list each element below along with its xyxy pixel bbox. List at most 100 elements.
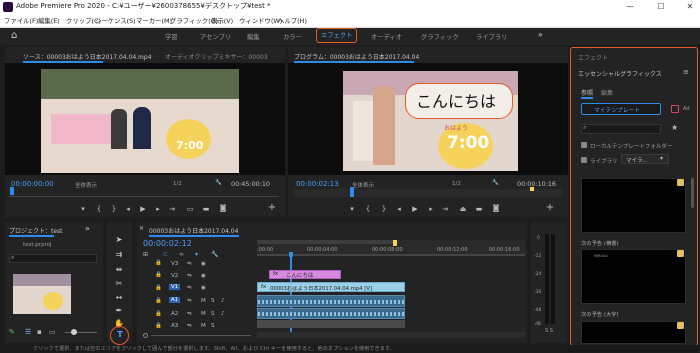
libraries-checkbox[interactable] <box>581 157 587 163</box>
mic-icon[interactable]: ♪ <box>221 311 225 317</box>
solo-button[interactable]: S <box>211 323 215 329</box>
sync-lock-icon[interactable]: ⇋ <box>187 285 192 291</box>
camera-icon[interactable]: ◙ <box>491 204 501 212</box>
meter-solo-buttons[interactable]: S S <box>545 328 553 334</box>
source-tab[interactable]: ソース：00003おはよう日本2017.04.04.mp4 <box>23 52 152 61</box>
effects-tab[interactable]: エフェクト <box>578 53 608 62</box>
insert-icon[interactable]: ▭ <box>185 205 195 213</box>
eye-icon[interactable]: ◉ <box>201 285 206 291</box>
title-clip[interactable]: fx こんにちは <box>269 270 341 279</box>
caption-text[interactable]: こんにちは <box>416 88 496 112</box>
program-playhead[interactable] <box>350 187 354 197</box>
source-ratio-select[interactable]: 1/2 <box>173 181 182 187</box>
insert-sequence-icon[interactable]: ⊞ <box>143 251 148 258</box>
zoom-slider-handle[interactable] <box>71 329 77 335</box>
workspace-effects[interactable]: エフェクト <box>316 28 358 43</box>
workspace-audio[interactable]: オーディオ <box>371 32 402 41</box>
type-tool-icon[interactable]: T <box>113 329 127 341</box>
adobe-stock-icon[interactable] <box>671 105 679 113</box>
lock-icon[interactable]: 🔒 <box>155 285 162 291</box>
mark-out-icon[interactable]: { <box>94 205 104 213</box>
my-templates-button[interactable]: マイテンプレート <box>581 103 661 115</box>
menu-window[interactable]: ウィンドウ(W) <box>239 16 282 25</box>
menu-sequence[interactable]: シーケンス(S) <box>95 16 136 25</box>
go-to-out-icon[interactable]: ⇥ <box>167 205 177 213</box>
source-fit-select[interactable]: 全体表示 <box>75 181 97 189</box>
audio-clip-a1[interactable] <box>257 295 405 307</box>
audio-clip-mixer-tab[interactable]: オーディオクリップミキサー：00003 <box>165 52 268 61</box>
close-button[interactable]: ✕ <box>680 0 700 14</box>
sequence-tab[interactable]: 00003おはよう日本2017.04.04 <box>149 226 238 235</box>
timeline-scrollbar[interactable] <box>257 332 525 338</box>
step-forward-icon[interactable]: ▸ <box>426 205 436 213</box>
menu-marker[interactable]: マーカー(M) <box>136 16 172 25</box>
freeform-view-icon[interactable]: ▭ <box>49 328 56 336</box>
program-fit-select[interactable]: 全体表示 <box>352 181 374 189</box>
workspace-learning[interactable]: 学習 <box>165 32 178 41</box>
menu-view[interactable]: 表示(V) <box>211 16 233 25</box>
play-icon[interactable]: ▶ <box>138 205 148 213</box>
workspace-color[interactable]: カラー <box>283 32 302 41</box>
mute-button[interactable]: M <box>201 323 206 329</box>
lock-icon[interactable]: 🔒 <box>155 260 162 266</box>
source-playhead[interactable] <box>10 187 14 195</box>
track-select-tool-icon[interactable]: ⇉ <box>112 249 126 261</box>
lock-icon[interactable]: 🔒 <box>155 298 162 304</box>
razor-tool-icon[interactable]: ✂ <box>112 278 126 290</box>
mark-in-icon[interactable]: ▾ <box>347 205 357 213</box>
step-back-icon[interactable]: ◂ <box>123 205 133 213</box>
template-search-input[interactable] <box>581 124 661 134</box>
go-to-in-icon[interactable]: } <box>109 205 119 213</box>
workspace-graphics[interactable]: グラフィック <box>421 32 459 41</box>
snap-icon[interactable]: ⊂ <box>163 251 168 258</box>
source-scrubber[interactable] <box>9 189 279 197</box>
sync-lock-icon[interactable]: ⇋ <box>187 273 192 279</box>
zoom-slider[interactable] <box>65 332 97 333</box>
go-to-in-icon[interactable]: } <box>379 205 389 213</box>
add-button-icon[interactable]: + <box>267 202 277 213</box>
more-panels-icon[interactable]: » <box>85 224 90 233</box>
workspace-libraries[interactable]: ライブラリ <box>476 32 507 41</box>
essential-graphics-title[interactable]: エッセンシャルグラフィックス <box>578 69 662 78</box>
mark-in-icon[interactable]: ▾ <box>78 205 88 213</box>
eye-icon[interactable]: ◉ <box>201 261 206 267</box>
pencil-icon[interactable]: ✎ <box>9 328 15 336</box>
timeline-zoom-bar[interactable] <box>151 335 251 336</box>
project-search-input[interactable] <box>9 254 97 263</box>
go-to-out-icon[interactable]: ⇥ <box>440 205 450 213</box>
pen-tool-icon[interactable]: ✒ <box>112 305 126 317</box>
overwrite-icon[interactable]: ▬ <box>201 205 211 213</box>
template-thumbnail-1[interactable] <box>581 178 686 233</box>
mute-button[interactable]: M <box>201 311 206 317</box>
program-timecode-in[interactable]: 00:00:02:13 <box>296 180 339 188</box>
template-thumbnail-3[interactable] <box>581 321 686 344</box>
step-back-icon[interactable]: ◂ <box>394 205 404 213</box>
lock-icon[interactable]: 🔒 <box>155 323 162 329</box>
project-tab[interactable]: プロジェクト：test <box>9 226 63 235</box>
track-label-v1[interactable]: V1 <box>169 284 181 290</box>
timeline-timecode[interactable]: 00:00:02:12 <box>143 239 192 248</box>
menu-help[interactable]: ヘルプ(H) <box>278 16 307 25</box>
lock-icon[interactable]: 🔒 <box>155 272 162 278</box>
maximize-button[interactable]: ☐ <box>651 0 671 14</box>
more-workspaces-icon[interactable]: » <box>538 30 543 39</box>
lock-icon[interactable]: 🔒 <box>155 311 162 317</box>
workspace-assembly[interactable]: アセンブリ <box>200 32 231 41</box>
camera-icon[interactable]: ◙ <box>218 204 228 212</box>
solo-button[interactable]: S <box>211 298 215 304</box>
star-filter-icon[interactable]: ★ <box>671 123 678 132</box>
wrench-icon[interactable]: 🔧 <box>215 180 222 186</box>
lift-icon[interactable]: ⏏ <box>458 205 468 213</box>
program-tab[interactable]: プログラム：00003おはよう日本2017.04.04 <box>294 52 419 61</box>
track-label-a1[interactable]: A1 <box>169 297 181 303</box>
workspace-editing[interactable]: 編集 <box>247 32 260 41</box>
sync-lock-icon[interactable]: ⇋ <box>187 323 192 329</box>
program-ratio-select[interactable]: 1/2 <box>452 181 461 187</box>
source-timecode-in[interactable]: 00:00:00:00 <box>11 180 54 188</box>
menu-edit[interactable]: 編集(E) <box>38 16 60 25</box>
project-clip-thumbnail[interactable] <box>13 274 71 314</box>
panel-menu-icon[interactable]: ≡ <box>683 68 689 76</box>
add-marker-icon[interactable]: ▾ <box>195 251 198 258</box>
selection-tool-icon[interactable]: ➤ <box>112 234 126 246</box>
linked-selection-icon[interactable]: ∞ <box>179 251 184 258</box>
